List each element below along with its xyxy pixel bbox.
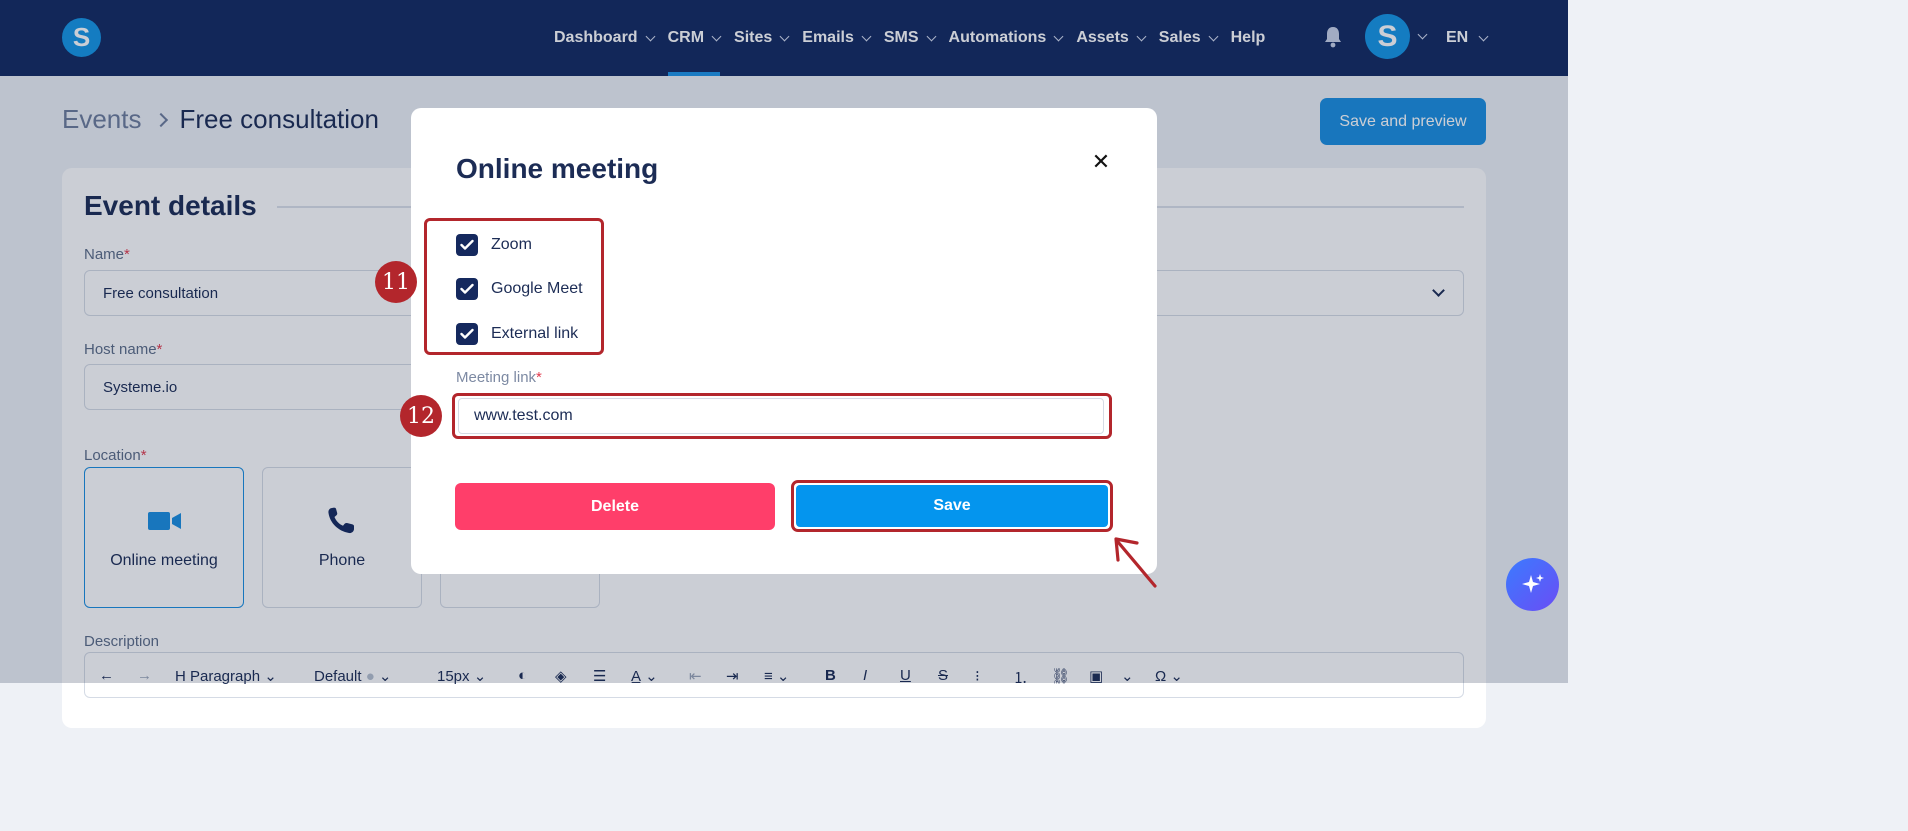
modal-title: Online meeting <box>456 153 659 184</box>
checkbox-checked-icon[interactable] <box>456 234 478 256</box>
annotation-arrow-icon <box>1114 537 1157 588</box>
checkbox-google-meet[interactable]: Google Meet <box>456 277 583 301</box>
step-marker-11: 11 <box>375 261 417 303</box>
step-marker-12: 12 <box>400 395 442 437</box>
delete-button[interactable]: Delete <box>455 483 775 530</box>
close-icon[interactable]: ✕ <box>1091 149 1111 174</box>
ai-assistant-button[interactable] <box>1506 558 1559 611</box>
checkbox-zoom[interactable]: Zoom <box>456 233 532 257</box>
checkbox-checked-icon[interactable] <box>456 323 478 345</box>
meeting-link-label: Meeting link* <box>456 369 542 386</box>
save-button[interactable]: Save <box>796 485 1108 527</box>
sparkle-icon <box>1521 573 1544 593</box>
meeting-link-input[interactable] <box>458 398 1104 434</box>
checkbox-checked-icon[interactable] <box>456 278 478 300</box>
online-meeting-modal: Online meeting ✕ Zoom Google Meet Extern… <box>411 108 1157 574</box>
checkbox-external-link[interactable]: External link <box>456 322 578 346</box>
